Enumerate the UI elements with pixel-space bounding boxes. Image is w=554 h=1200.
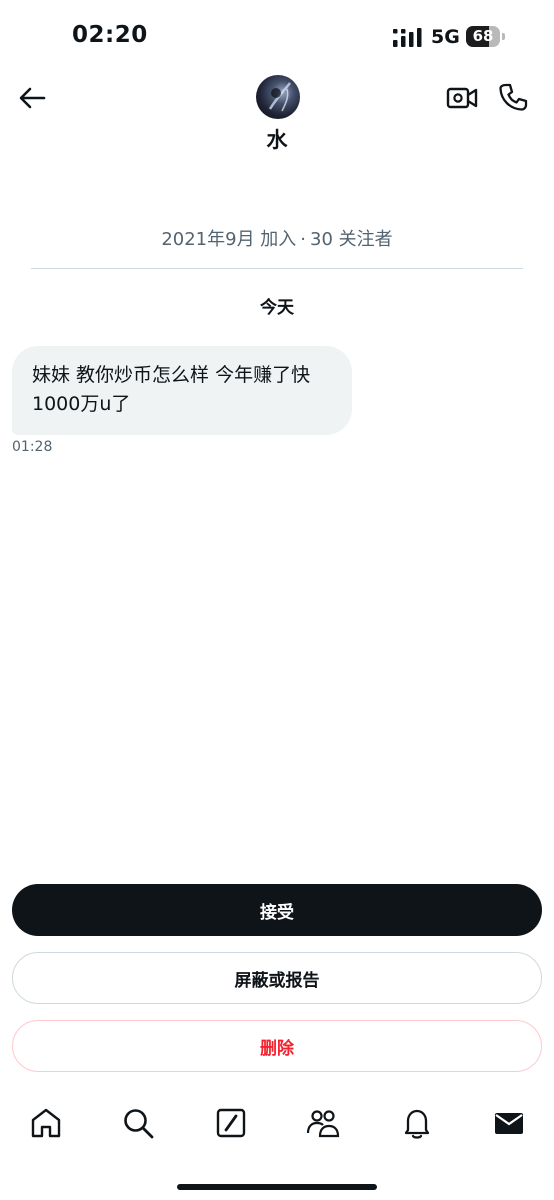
joined-date: 2021年9月 加入 bbox=[161, 229, 297, 250]
home-icon[interactable] bbox=[29, 1106, 63, 1140]
meta-separator: · bbox=[300, 229, 307, 250]
accept-button[interactable]: 接受 bbox=[12, 884, 542, 936]
message-bubble[interactable]: 妹妹 教你炒币怎么样 今年赚了快 1000万u了 bbox=[12, 346, 352, 435]
arrow-left-icon[interactable] bbox=[16, 82, 48, 114]
message-timestamp: 01:28 bbox=[12, 439, 53, 455]
divider bbox=[31, 268, 523, 269]
date-separator: 今天 bbox=[260, 298, 294, 318]
battery-percent: 68 bbox=[472, 27, 494, 45]
search-icon[interactable] bbox=[121, 1106, 155, 1140]
compose-icon[interactable] bbox=[214, 1106, 248, 1140]
battery-icon: 68 bbox=[466, 26, 506, 47]
cellular-signal-icon bbox=[393, 28, 422, 47]
block-report-button[interactable]: 屏蔽或报告 bbox=[12, 952, 542, 1004]
profile-meta: 2021年9月 加入 · 30 关注者 bbox=[0, 225, 554, 251]
communities-icon[interactable] bbox=[306, 1106, 340, 1140]
video-call-icon[interactable] bbox=[446, 83, 478, 113]
contact-name[interactable]: 水 bbox=[0, 124, 554, 154]
home-indicator bbox=[177, 1184, 377, 1190]
avatar[interactable] bbox=[256, 75, 300, 119]
phone-icon[interactable] bbox=[498, 82, 528, 112]
delete-button[interactable]: 删除 bbox=[12, 1020, 542, 1072]
message-text-line: 1000万u了 bbox=[32, 393, 131, 415]
status-time: 02:20 bbox=[72, 22, 148, 48]
message-text-line: 妹妹 教你炒币怎么样 今年赚了快 bbox=[32, 364, 311, 386]
notifications-icon[interactable] bbox=[400, 1106, 434, 1140]
network-type: 5G bbox=[431, 26, 460, 48]
followers-count[interactable]: 30 关注者 bbox=[310, 229, 393, 250]
messages-icon[interactable] bbox=[492, 1106, 526, 1140]
